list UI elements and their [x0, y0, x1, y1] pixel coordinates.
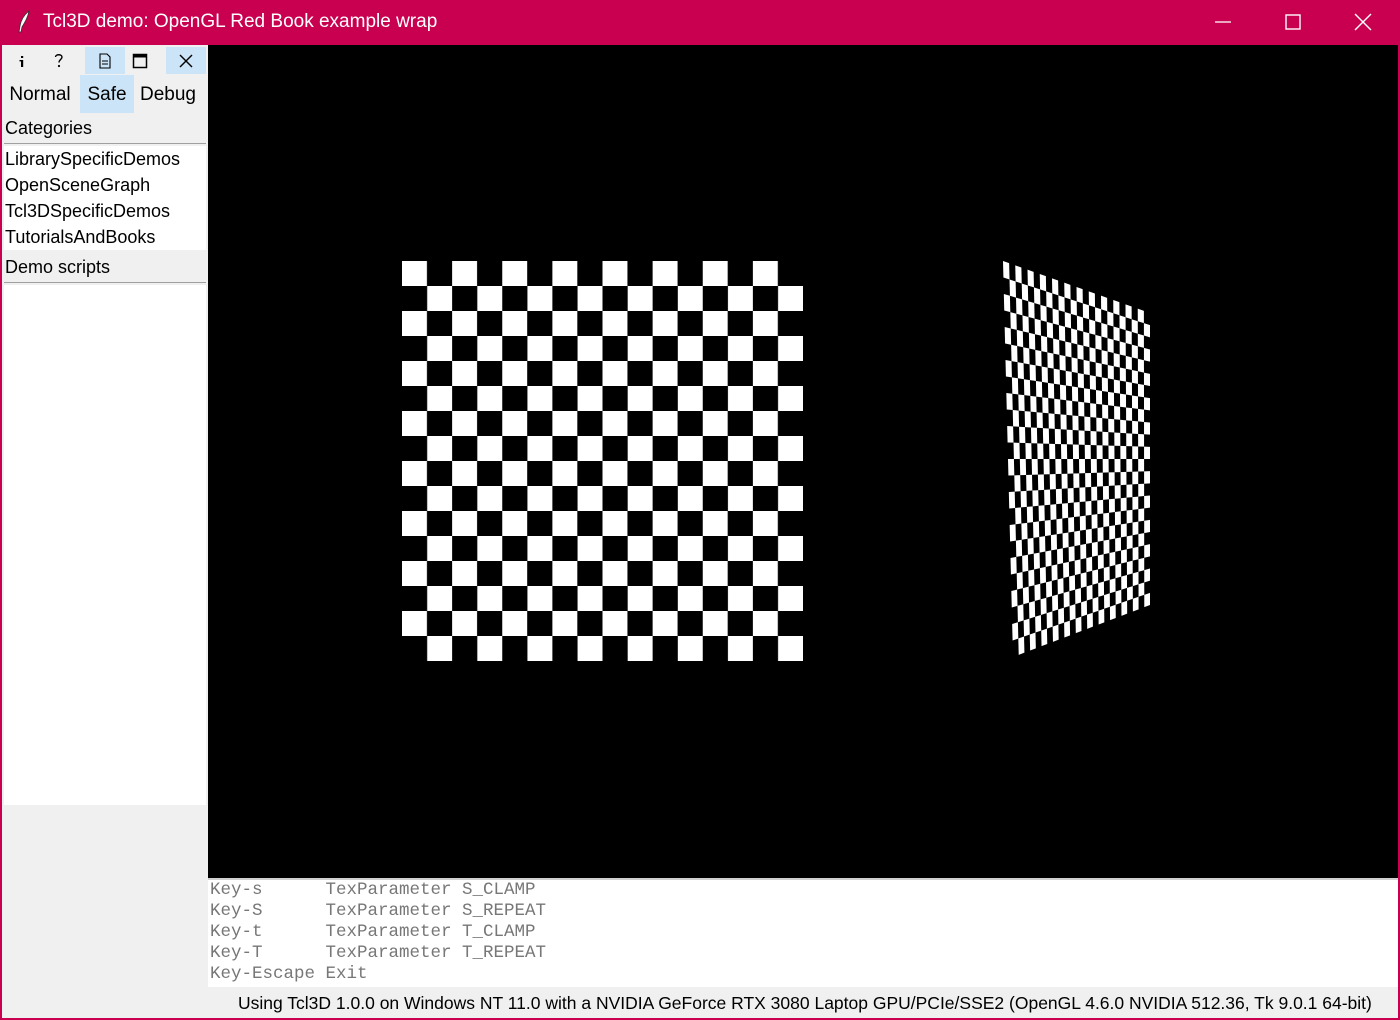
divider	[4, 143, 206, 144]
maximize-icon	[132, 53, 148, 68]
mode-debug-button[interactable]: Debug	[136, 75, 200, 113]
list-item[interactable]: OpenSceneGraph	[4, 172, 206, 198]
help-icon	[54, 53, 63, 67]
minimize-icon	[1215, 21, 1231, 23]
checkerboard-quad-flat	[402, 261, 803, 661]
exit-button[interactable]	[166, 47, 206, 74]
info-icon	[19, 55, 24, 67]
console-line: Key-S TexParameter S_REPEAT	[210, 901, 547, 921]
close-icon	[179, 54, 193, 67]
checkerboard-scene	[402, 261, 1150, 661]
toolbar	[2, 45, 208, 75]
close-icon	[1354, 13, 1372, 31]
console-line: Key-Escape Exit	[210, 964, 368, 984]
mode-safe-button[interactable]: Safe	[80, 75, 134, 113]
console-line: Key-t TexParameter T_CLAMP	[210, 922, 536, 942]
source-button[interactable]	[85, 47, 125, 74]
categories-list[interactable]: LibrarySpecificDemos OpenSceneGraph Tcl3…	[4, 146, 206, 250]
window-title: Tcl3D demo: OpenGL Red Book example wrap	[43, 11, 438, 32]
console-output[interactable]: Key-s TexParameter S_CLAMP Key-S TexPara…	[208, 878, 1398, 987]
document-icon	[99, 52, 111, 69]
divider	[4, 282, 206, 283]
maximize-button[interactable]	[1258, 0, 1328, 44]
demo-scripts-list[interactable]	[4, 285, 206, 805]
fullscreen-button[interactable]	[120, 47, 160, 74]
help-button[interactable]	[39, 47, 79, 74]
client-area: Normal Safe Debug Categories LibrarySpec…	[2, 45, 1398, 1018]
categories-label: Categories	[5, 118, 93, 138]
mode-normal-button[interactable]: Normal	[4, 75, 76, 113]
feather-icon	[18, 10, 30, 33]
checkerboard-quad-tilted	[1003, 261, 1150, 657]
list-item[interactable]: Tcl3DSpecificDemos	[4, 198, 206, 224]
maximize-icon	[1285, 14, 1301, 30]
minimize-button[interactable]	[1188, 0, 1258, 44]
console-line: Key-s TexParameter S_CLAMP	[210, 880, 536, 900]
opengl-canvas[interactable]	[208, 45, 1398, 878]
list-item[interactable]: LibrarySpecificDemos	[4, 146, 206, 172]
mode-selector: Normal Safe Debug	[2, 75, 208, 113]
close-button[interactable]	[1328, 0, 1398, 44]
demo-scripts-label: Demo scripts	[5, 257, 111, 277]
list-item[interactable]: TutorialsAndBooks	[4, 224, 206, 250]
status-bar: Using Tcl3D 1.0.0 on Windows NT 11.0 wit…	[238, 993, 1372, 1013]
info-button[interactable]	[2, 47, 42, 74]
title-bar: Tcl3D demo: OpenGL Red Book example wrap	[0, 0, 1400, 44]
console-line: Key-T TexParameter T_REPEAT	[210, 943, 547, 963]
